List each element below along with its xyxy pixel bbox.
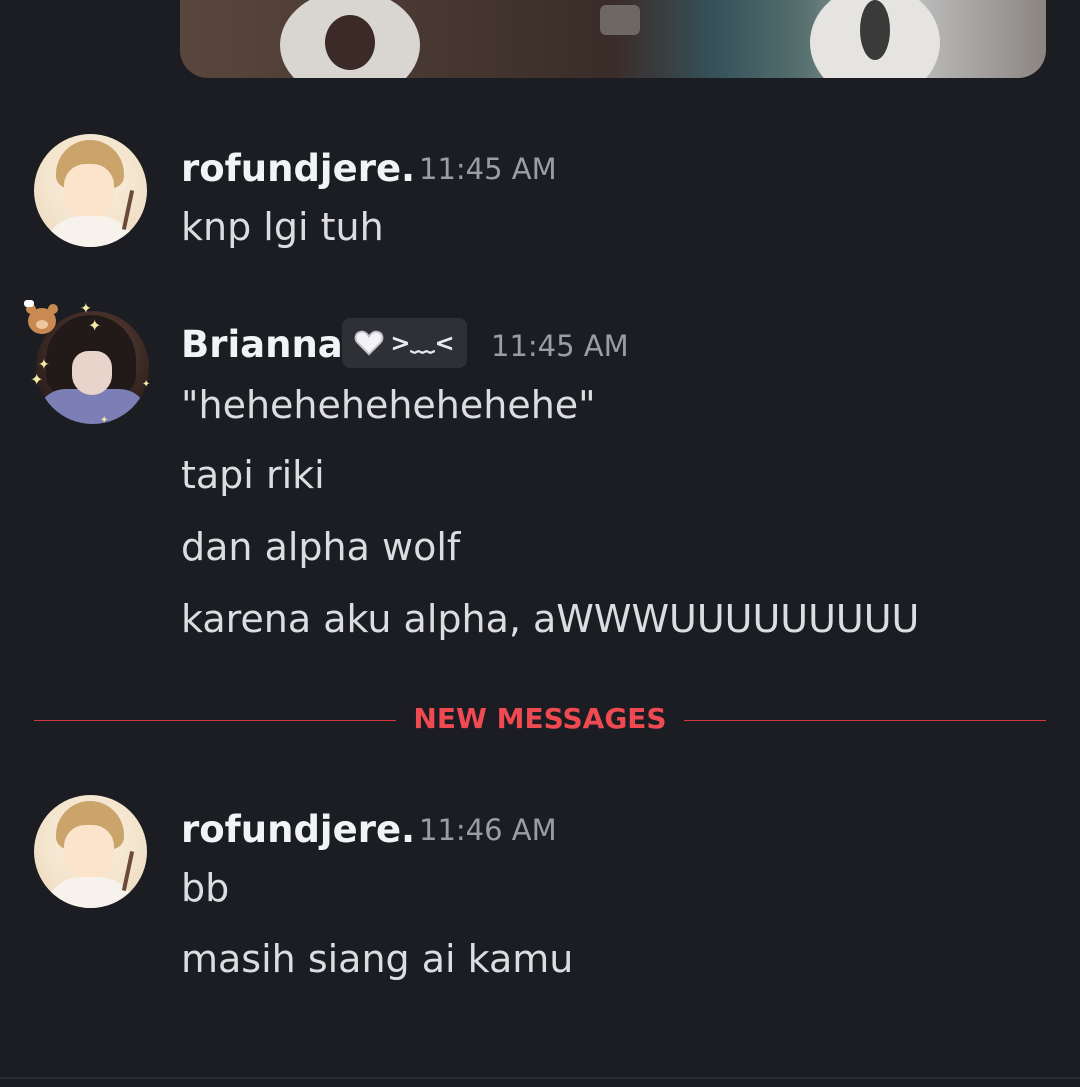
avatar-strap [121, 190, 135, 230]
attachment-shape [860, 0, 890, 60]
message-text[interactable]: knp lgi tuh [181, 208, 384, 246]
divider-line-left [34, 720, 396, 721]
username[interactable]: rofundjere. [181, 811, 415, 848]
timestamp: 11:45 AM [419, 152, 557, 186]
avatar-face [64, 825, 114, 881]
sparkle-icon: ✦ [88, 316, 102, 335]
message-text[interactable]: dan alpha wolf [181, 528, 460, 566]
tag-text: >﹏< [390, 329, 455, 357]
attachment-shape [325, 15, 375, 70]
white-heart-icon [355, 330, 384, 356]
user-avatar[interactable] [34, 795, 147, 908]
bear-snout [36, 320, 48, 329]
avatar-strap [121, 851, 135, 891]
chat-view: rofundjere. 11:45 AM knp lgi tuh ✦ ✦ ✦ ✦… [0, 0, 1080, 1087]
user-avatar[interactable] [34, 134, 147, 247]
bear-bow [24, 300, 34, 307]
sparkle-icon: ✦ [30, 370, 44, 389]
username[interactable]: rofundjere. [181, 150, 415, 187]
bear-icon [24, 300, 60, 336]
message-text[interactable]: karena aku alpha, aWWWUUUUUUUUU [181, 600, 919, 638]
message-text[interactable]: tapi riki [181, 456, 325, 494]
sparkle-icon: ✦ [100, 415, 109, 426]
username[interactable]: Brianna [181, 326, 343, 363]
message-text[interactable]: bb [181, 869, 229, 907]
message-text[interactable]: masih siang ai kamu [181, 940, 573, 978]
divider-line-right [684, 720, 1046, 721]
new-messages-divider: NEW MESSAGES [413, 702, 667, 735]
user-tag[interactable]: >﹏< [342, 318, 467, 368]
avatar-face [72, 351, 112, 395]
message-text[interactable]: "hehehehehehehehe" [181, 386, 596, 424]
timestamp: 11:46 AM [419, 813, 557, 847]
attachment-shape [600, 5, 640, 35]
timestamp: 11:45 AM [491, 329, 629, 363]
image-attachment[interactable] [180, 0, 1046, 78]
avatar-face [64, 164, 114, 220]
sparkle-icon: ✦ [80, 301, 92, 317]
composer-border [0, 1077, 1080, 1079]
sparkle-icon: ✦ [142, 379, 151, 390]
